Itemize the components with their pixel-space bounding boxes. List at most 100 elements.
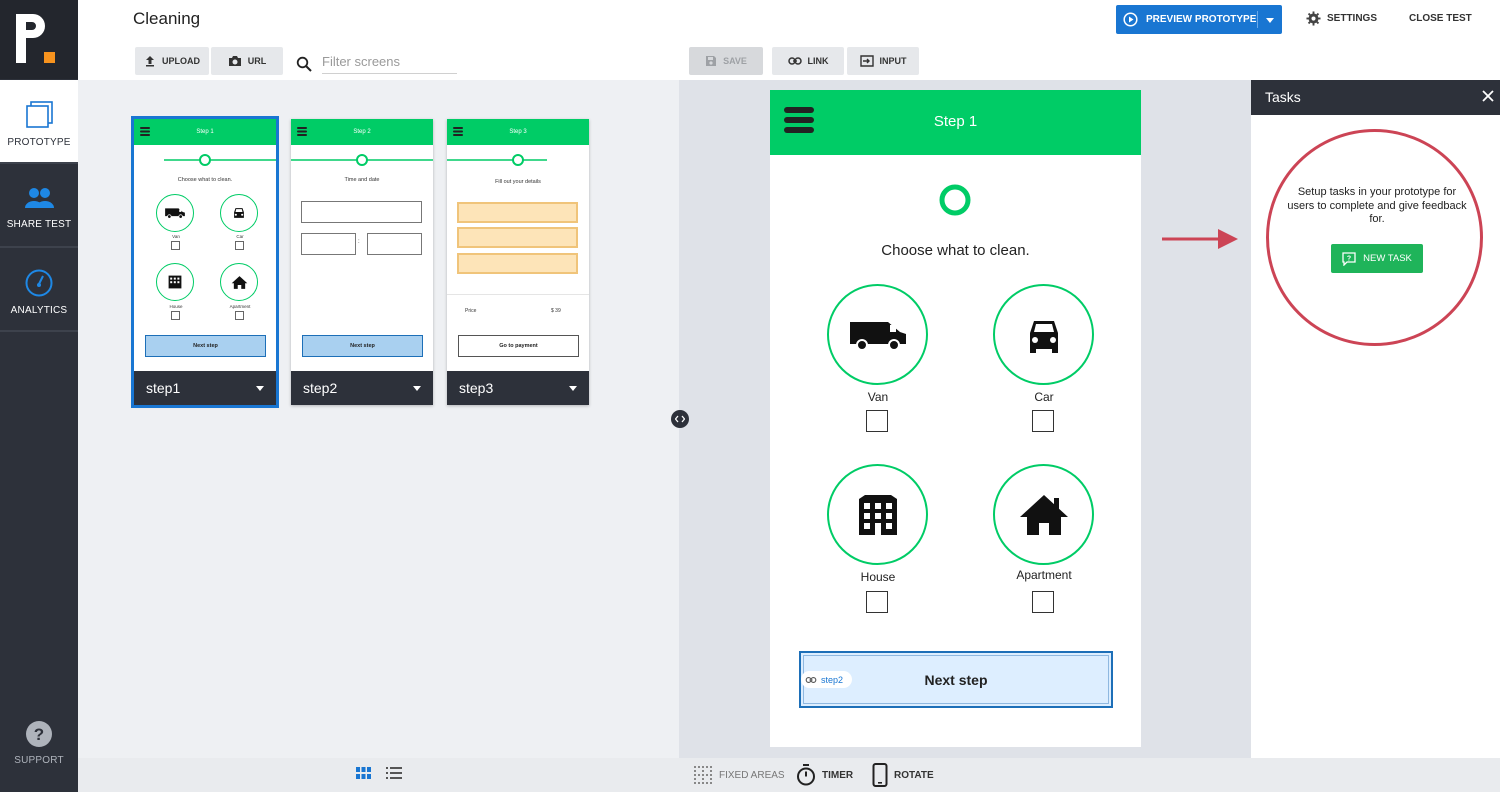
car-option-circle[interactable] (993, 284, 1094, 385)
new-task-label: NEW TASK (1363, 253, 1412, 264)
play-circle-icon (1123, 12, 1138, 27)
app-logo[interactable] (0, 0, 78, 79)
house-icon (231, 275, 247, 289)
caret-down-icon[interactable] (256, 386, 264, 391)
option-circle (156, 263, 194, 301)
input-label: INPUT (879, 56, 907, 66)
upload-button[interactable]: UPLOAD (135, 47, 209, 75)
url-label: URL (247, 56, 267, 66)
option-checkbox[interactable] (171, 241, 180, 250)
details-field[interactable] (457, 227, 578, 248)
thumbnail-footer[interactable]: step3 (447, 371, 589, 405)
option-label: Car (236, 234, 244, 239)
link-label: LINK (807, 56, 829, 66)
car-checkbox[interactable] (1032, 410, 1054, 432)
grid-view-icon[interactable] (356, 767, 371, 780)
input-button[interactable]: INPUT (847, 47, 919, 75)
settings-label: SETTINGS (1327, 13, 1378, 24)
thumbnail-footer[interactable]: step1 (134, 371, 276, 405)
collapse-panel-handle[interactable] (671, 410, 689, 428)
sidebar-item-share-test[interactable]: SHARE TEST (0, 164, 78, 246)
svg-text:?: ? (1347, 255, 1351, 262)
minute-field[interactable] (367, 233, 422, 255)
apartment-building-icon (168, 275, 182, 289)
settings-button[interactable]: SETTINGS (1306, 11, 1377, 26)
fixed-areas-button[interactable]: FIXED AREAS (694, 762, 785, 788)
house-checkbox[interactable] (866, 591, 888, 613)
preview-options-dropdown[interactable] (1264, 14, 1276, 26)
option-circle (220, 194, 258, 232)
phone-title: Step 1 (933, 113, 978, 130)
option-circle (156, 194, 194, 232)
rotate-button[interactable]: ROTATE (872, 762, 934, 788)
van-option-circle[interactable] (827, 284, 928, 385)
screen-thumbnail-step1[interactable]: Step 1 Choose what to clean. Van Car Hou… (131, 116, 279, 408)
close-test-button[interactable]: CLOSE TEST (1409, 13, 1472, 24)
upload-label: UPLOAD (162, 56, 200, 66)
dotted-grid-icon (694, 765, 712, 784)
gear-icon (1306, 11, 1321, 26)
sidebar-item-label: ANALYTICS (10, 305, 68, 316)
next-step-button[interactable]: Next step (145, 335, 266, 357)
screen-name: step1 (146, 380, 181, 396)
preview-prototype-button[interactable]: PREVIEW PROTOTYPE (1116, 5, 1282, 34)
details-field[interactable] (457, 202, 578, 223)
option-checkbox[interactable] (235, 311, 244, 320)
screens-icon (26, 101, 53, 128)
close-icon[interactable] (1478, 86, 1498, 106)
menu-icon (140, 127, 150, 136)
preview-divider (1257, 11, 1258, 28)
price-value: $ 39 (551, 308, 561, 314)
input-icon (859, 55, 874, 67)
logo-icon (16, 14, 55, 63)
progress-indicator (447, 154, 547, 166)
sidebar-item-label: SHARE TEST (6, 219, 72, 230)
price-label: Price (465, 308, 477, 314)
caret-down-icon[interactable] (569, 386, 577, 391)
progress-indicator (840, 184, 1141, 216)
apartment-checkbox[interactable] (1032, 591, 1054, 613)
time-separator: : (358, 239, 360, 245)
van-checkbox[interactable] (866, 410, 888, 432)
details-field[interactable] (457, 253, 578, 274)
sidebar-item-label: SUPPORT (14, 755, 64, 766)
van-icon (849, 321, 906, 351)
phone-rotate-icon (872, 763, 888, 787)
highlight-circle (1266, 129, 1483, 346)
go-to-payment-button[interactable]: Go to payment (458, 335, 579, 357)
filter-screens-input[interactable] (322, 50, 457, 74)
sidebar-item-support[interactable]: ? SUPPORT (0, 720, 78, 780)
screen-thumbnail-step2[interactable]: Step 2 Time and date : Next step step2 (291, 119, 433, 405)
apartment-option-circle[interactable] (993, 464, 1094, 565)
sidebar-item-prototype[interactable]: PROTOTYPE (0, 80, 78, 162)
screen-thumbnail-step3[interactable]: Step 3 Fill out your details Price $ 39 … (447, 119, 589, 405)
thumbnail-heading: Time and date (344, 177, 380, 183)
option-checkbox[interactable] (171, 311, 180, 320)
code-arrows-icon (675, 415, 685, 423)
option-checkbox[interactable] (235, 241, 244, 250)
menu-icon (297, 127, 307, 136)
hour-field[interactable] (301, 233, 356, 255)
sidebar-item-analytics[interactable]: ANALYTICS (0, 248, 78, 330)
link-button[interactable]: LINK (772, 47, 844, 75)
timer-button[interactable]: TIMER (796, 762, 853, 788)
hotspot-link-chip[interactable]: step2 (801, 671, 853, 688)
save-button[interactable]: SAVE (689, 47, 763, 75)
preview-label: PREVIEW PROTOTYPE (1146, 14, 1257, 25)
svg-text:?: ? (34, 725, 45, 744)
thumbnail-header: Step 3 (447, 119, 589, 145)
list-view-icon[interactable] (386, 767, 402, 780)
url-button[interactable]: URL (211, 47, 283, 75)
arrow-right-icon (1162, 229, 1238, 249)
thumbnail-footer[interactable]: step2 (291, 371, 433, 405)
house-option-circle[interactable] (827, 464, 928, 565)
link-target-label: step2 (821, 674, 844, 685)
screen-name: step2 (303, 380, 338, 396)
caret-down-icon[interactable] (413, 386, 421, 391)
new-task-button[interactable]: ? NEW TASK (1331, 244, 1423, 273)
next-step-button[interactable]: Next step (302, 335, 423, 357)
chevron-down-icon (1266, 17, 1274, 23)
date-field[interactable] (301, 201, 422, 223)
sidebar: PROTOTYPE SHARE TEST ANALYTICS ? SUPPORT (0, 0, 78, 792)
thumbnail-header: Step 1 (134, 119, 276, 145)
